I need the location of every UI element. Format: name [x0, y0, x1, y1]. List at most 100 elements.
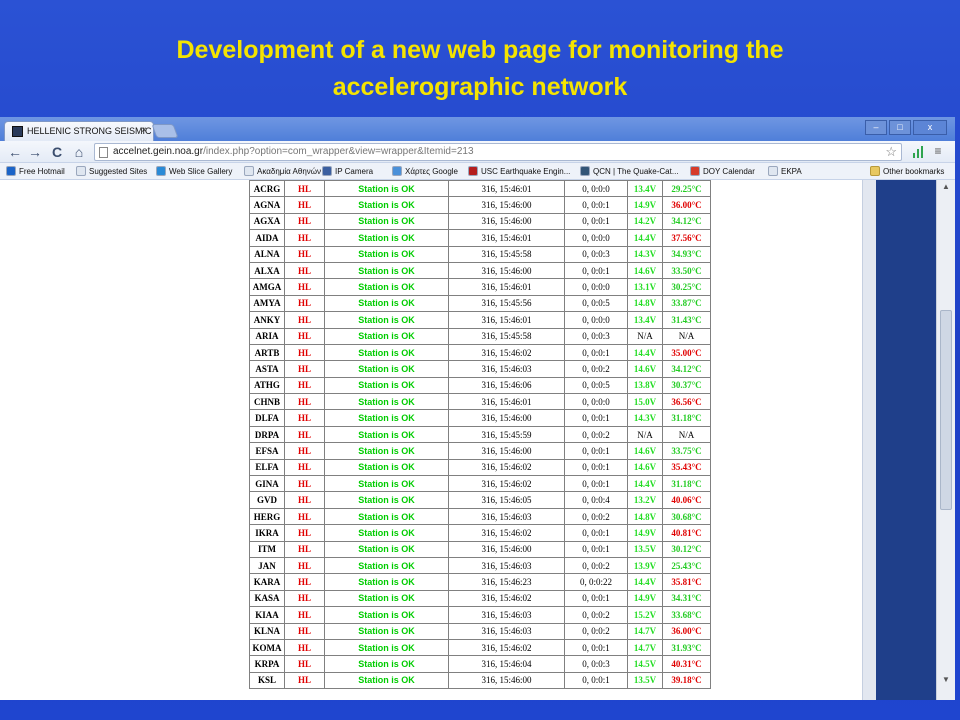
station-code: EFSA	[249, 442, 285, 460]
network-code: HL	[284, 343, 325, 362]
network-code: HL	[284, 638, 325, 657]
network-code: HL	[284, 524, 325, 542]
station-code: ALXA	[249, 261, 285, 280]
temperature: 33.75°C	[662, 442, 711, 460]
address-bar[interactable]: accelnet.gein.noa.gr/index.php?option=co…	[94, 143, 902, 161]
extension-icon[interactable]	[912, 145, 924, 159]
slide-title-line2: accelerographic network	[332, 73, 628, 101]
battery-voltage: 14.9V	[627, 524, 663, 542]
station-status: Station is OK	[324, 425, 449, 444]
station-code: DLFA	[249, 409, 285, 427]
station-code: CHNB	[249, 393, 285, 411]
station-code: ANKY	[249, 311, 285, 329]
tab-close-icon[interactable]: ×	[141, 125, 147, 136]
station-row: ITM HL Station is OK 316, 15:46:00 0, 0:0:1 1…	[249, 540, 711, 558]
scroll-up-icon[interactable]: ▲	[940, 182, 952, 194]
station-code: IKRA	[249, 524, 285, 542]
bookmark-favicon-icon	[468, 166, 478, 176]
bookmark-label: Χάρτες Google	[405, 166, 458, 176]
page-margin	[0, 180, 53, 700]
reload-button[interactable]: C	[48, 143, 66, 161]
station-status: Station is OK	[324, 671, 449, 690]
folder-icon	[870, 166, 880, 176]
station-row: KSL HL Station is OK 316, 15:46:00 0, 0:0:1 1…	[249, 671, 711, 690]
bookmark-item[interactable]: QCN | The Quake-Cat...	[580, 166, 679, 176]
temperature: N/A	[662, 327, 711, 345]
temperature: 30.37°C	[662, 376, 711, 395]
page-edge	[862, 180, 876, 700]
maximize-button[interactable]: □	[889, 120, 911, 135]
vertical-scrollbar[interactable]: ▲ ▼	[936, 180, 955, 700]
latency: 0, 0:0:5	[564, 294, 628, 313]
frame-background	[876, 180, 936, 700]
minimize-button[interactable]: –	[865, 120, 887, 135]
station-code: DRPA	[249, 425, 285, 444]
latency: 0, 0:0:0	[564, 311, 628, 329]
network-code: HL	[284, 245, 325, 263]
last-packet-time: 316, 15:46:01	[448, 229, 565, 247]
last-packet-time: 316, 15:45:59	[448, 425, 565, 444]
network-code: HL	[284, 540, 325, 558]
bookmark-favicon-icon	[768, 166, 778, 176]
other-bookmarks[interactable]: Other bookmarks	[870, 166, 944, 176]
bookmark-label: Ακαδημία Αθηνών	[257, 166, 322, 176]
navigation-toolbar: ← → C ⌂ accelnet.gein.noa.gr/index.php?o…	[0, 141, 955, 163]
station-code: AGNA	[249, 196, 285, 214]
bookmark-star-icon[interactable]: ☆	[885, 144, 897, 160]
new-tab-button[interactable]	[151, 124, 179, 138]
station-row: EFSA HL Station is OK 316, 15:46:00 0, 0:0:1…	[249, 442, 711, 460]
bookmark-item[interactable]: Web Slice Gallery	[156, 166, 232, 176]
bookmark-item[interactable]: Ακαδημία Αθηνών	[244, 166, 321, 176]
station-row: AIDA HL Station is OK 316, 15:46:01 0, 0:0:0…	[249, 229, 711, 247]
station-status: Station is OK	[324, 606, 449, 624]
battery-voltage: 14.3V	[627, 245, 663, 263]
network-code: HL	[284, 294, 325, 313]
network-code: HL	[284, 261, 325, 280]
network-code: HL	[284, 409, 325, 427]
temperature: 40.81°C	[662, 524, 711, 542]
network-code: HL	[284, 671, 325, 690]
station-status: Station is OK	[324, 638, 449, 657]
bookmark-favicon-icon	[76, 166, 86, 176]
bookmark-item[interactable]: DOY Calendar	[690, 166, 755, 176]
station-code: KOMA	[249, 638, 285, 657]
last-packet-time: 316, 15:46:03	[448, 556, 565, 575]
forward-button[interactable]: →	[26, 143, 44, 161]
latency: 0, 0:0:3	[564, 327, 628, 345]
home-button[interactable]: ⌂	[70, 143, 88, 161]
station-status: Station is OK	[324, 327, 449, 345]
bookmark-item[interactable]: Suggested Sites	[76, 166, 147, 176]
close-window-button[interactable]: x	[913, 120, 947, 135]
station-status: Station is OK	[324, 442, 449, 460]
station-row: ELFA HL Station is OK 316, 15:46:02 0, 0:0:1…	[249, 458, 711, 477]
back-button[interactable]: ←	[6, 143, 24, 161]
bookmark-item[interactable]: Free Hotmail	[6, 166, 65, 176]
latency: 0, 0:0:1	[564, 638, 628, 657]
bookmark-label: Free Hotmail	[19, 166, 65, 176]
last-packet-time: 316, 15:46:05	[448, 491, 565, 509]
station-code: AGXA	[249, 212, 285, 231]
station-status: Station is OK	[324, 556, 449, 575]
bookmark-item[interactable]: Χάρτες Google	[392, 166, 458, 176]
scroll-thumb[interactable]	[940, 310, 952, 510]
tab-bar: HELLENIC STRONG SEISMIC × – □ x	[0, 117, 955, 141]
battery-voltage: 13.5V	[627, 671, 663, 690]
bookmark-item[interactable]: IP Camera	[322, 166, 373, 176]
station-code: GINA	[249, 475, 285, 493]
temperature: 33.50°C	[662, 261, 711, 280]
station-status: Station is OK	[324, 360, 449, 378]
latency: 0, 0:0:22	[564, 573, 628, 591]
tab-hellenic-strong-seismic[interactable]: HELLENIC STRONG SEISMIC ×	[4, 121, 154, 141]
bookmark-item[interactable]: USC Earthquake Engin...	[468, 166, 570, 176]
temperature: 31.18°C	[662, 475, 711, 493]
station-status: Station is OK	[324, 540, 449, 558]
temperature: 30.12°C	[662, 540, 711, 558]
station-row: ALNA HL Station is OK 316, 15:45:58 0, 0:0:3…	[249, 245, 711, 263]
bookmark-item[interactable]: EKPA	[768, 166, 802, 176]
scroll-down-icon[interactable]: ▼	[940, 675, 952, 687]
bookmark-label: DOY Calendar	[703, 166, 755, 176]
bookmark-label: QCN | The Quake-Cat...	[593, 166, 679, 176]
station-status: Station is OK	[324, 655, 449, 673]
menu-icon[interactable]: ≡	[932, 144, 944, 158]
battery-voltage: 14.4V	[627, 343, 663, 362]
